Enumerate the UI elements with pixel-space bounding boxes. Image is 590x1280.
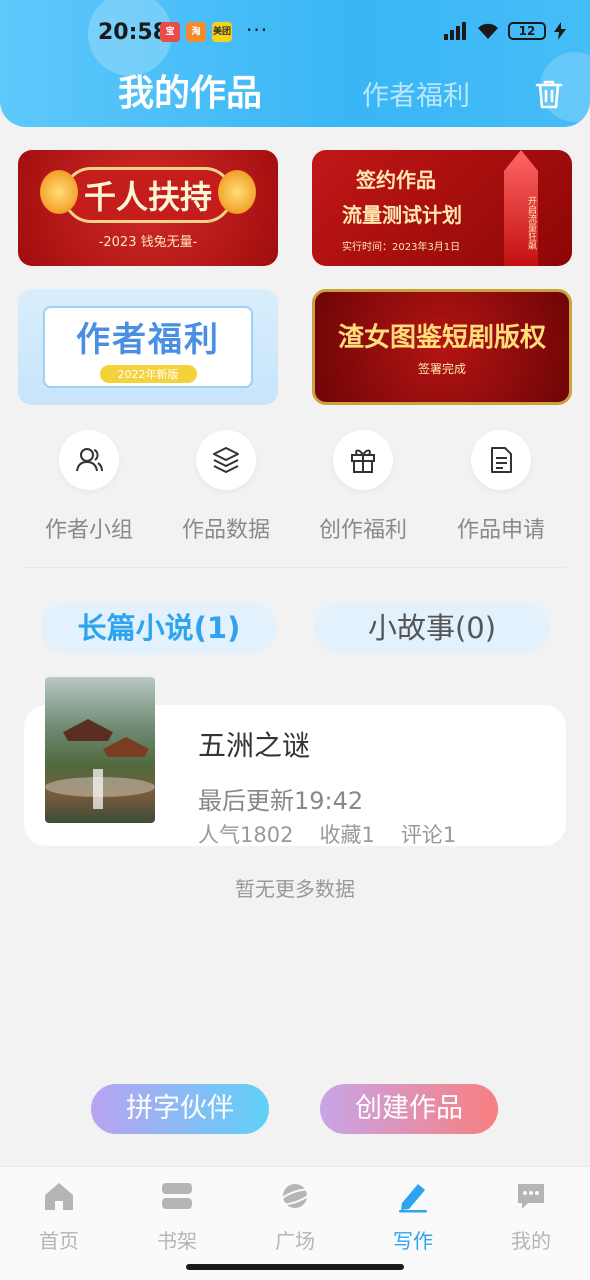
banner-subtitle: 签署完成 [417,362,466,376]
banner-author-welfare[interactable]: 作者福利 2022年新版 [18,289,278,405]
create-work-button[interactable]: 创建作品 [320,1084,498,1134]
section-divider [24,567,566,568]
quick-action-author-group[interactable]: 作者小组 [20,430,158,544]
quick-action-icon-wrap [471,430,531,490]
banner-subtitle: 流量测试计划 [342,202,462,227]
writing-partner-button[interactable]: 拼字伙伴 [91,1084,269,1134]
gift-icon [351,449,375,473]
tabbar-item-write[interactable]: 写作 [354,1179,472,1254]
status-more-icon: ··· [246,18,269,42]
bottom-tab-bar: 首页 书架 广场 写作 我的 [0,1166,590,1280]
status-indicators: 12 [444,22,566,40]
quick-action-label: 作品数据 [181,518,270,543]
quick-action-label: 作者小组 [44,518,133,543]
bookshelf-icon [162,1183,192,1209]
banner-date: 实行时间：2023年3月1日 [342,241,461,253]
notification-app-icon: 宝 [160,22,180,42]
quick-action-creation-welfare[interactable]: 创作福利 [294,430,432,544]
banner-drama-rights[interactable]: 渣女图鉴短剧版权 签署完成 [312,289,572,405]
tabbar-item-mine[interactable]: 我的 [472,1179,590,1254]
users-icon [76,448,103,472]
work-popularity: 人气1802 [198,823,294,847]
no-more-data-text: 暂无更多数据 [235,877,355,901]
lantern-icon [218,170,256,214]
tab-short-story[interactable]: 小故事(0) [314,602,550,654]
banner-thousand-support[interactable]: 千人扶持 -2023 钱兔无量- [18,150,278,266]
banner-title: 作者福利 [76,319,220,360]
banner-card: 作者福利 2022年新版 [43,306,253,388]
lantern-icon [40,170,78,214]
banner-badge: 2022年新版 [99,364,197,383]
document-icon [491,447,512,473]
cover-pavilion [63,719,113,741]
signal-icon [444,22,466,40]
layers-icon [213,447,239,473]
banner-title: 渣女图鉴短剧版权 [337,323,546,353]
planet-icon [278,1184,312,1208]
quick-action-work-application[interactable]: 作品申请 [432,430,570,544]
tabbar-item-plaza[interactable]: 广场 [236,1179,354,1254]
quick-action-icon-wrap [196,430,256,490]
banner-title: 签约作品 [356,167,436,192]
work-last-update: 最后更新19:42 [198,787,364,815]
tabbar-item-bookshelf[interactable]: 书架 [118,1179,236,1254]
page-title[interactable]: 我的作品 [118,64,262,116]
work-stats: 人气1802 收藏1 评论1 [198,819,456,849]
cover-pavilion [103,737,149,757]
banner-subtitle: -2023 钱兔无量- [98,234,198,250]
battery-icon: 12 [508,22,546,40]
quick-action-icon-wrap [59,430,119,490]
status-time: 20:58 [98,20,169,45]
tabbar-label: 写作 [393,1229,433,1253]
wifi-icon [478,23,498,39]
banner-title: 千人扶持 [62,166,233,223]
trash-icon[interactable] [534,78,564,110]
pen-icon [399,1184,427,1213]
status-app-icons: 宝 淘 美团 [160,22,232,42]
rocket-icon: 开启流量狂飙 [504,150,538,266]
notification-app-icon: 美团 [212,22,232,42]
quick-action-icon-wrap [333,430,393,490]
tabbar-label: 首页 [39,1229,79,1253]
tabbar-item-home[interactable]: 首页 [0,1179,118,1254]
quick-action-label: 创作福利 [318,518,407,543]
quick-action-label: 作品申请 [456,518,545,543]
chat-icon [518,1184,544,1209]
tabbar-label: 书架 [157,1229,197,1253]
book-cover-image[interactable] [45,677,155,823]
tab-long-novel[interactable]: 长篇小说(1) [41,602,277,654]
banner-signed-traffic-test[interactable]: 签约作品 流量测试计划 实行时间：2023年3月1日 开启流量狂飙 [312,150,572,266]
page-header: 20:58 宝 淘 美团 ··· 12 我的作品 作者福利 [0,0,590,127]
home-indicator[interactable] [186,1264,404,1270]
tab-author-welfare[interactable]: 作者福利 [362,74,470,113]
cover-waterfall [93,769,103,809]
notification-app-icon: 淘 [186,22,206,42]
quick-action-work-data[interactable]: 作品数据 [157,430,295,544]
home-icon [45,1183,73,1210]
tabbar-label: 我的 [511,1229,551,1253]
charging-icon [554,22,566,40]
work-comments: 评论1 [400,823,457,847]
work-title[interactable]: 五洲之谜 [198,724,310,764]
work-favorites: 收藏1 [319,823,375,847]
tabbar-label: 广场 [275,1229,315,1253]
